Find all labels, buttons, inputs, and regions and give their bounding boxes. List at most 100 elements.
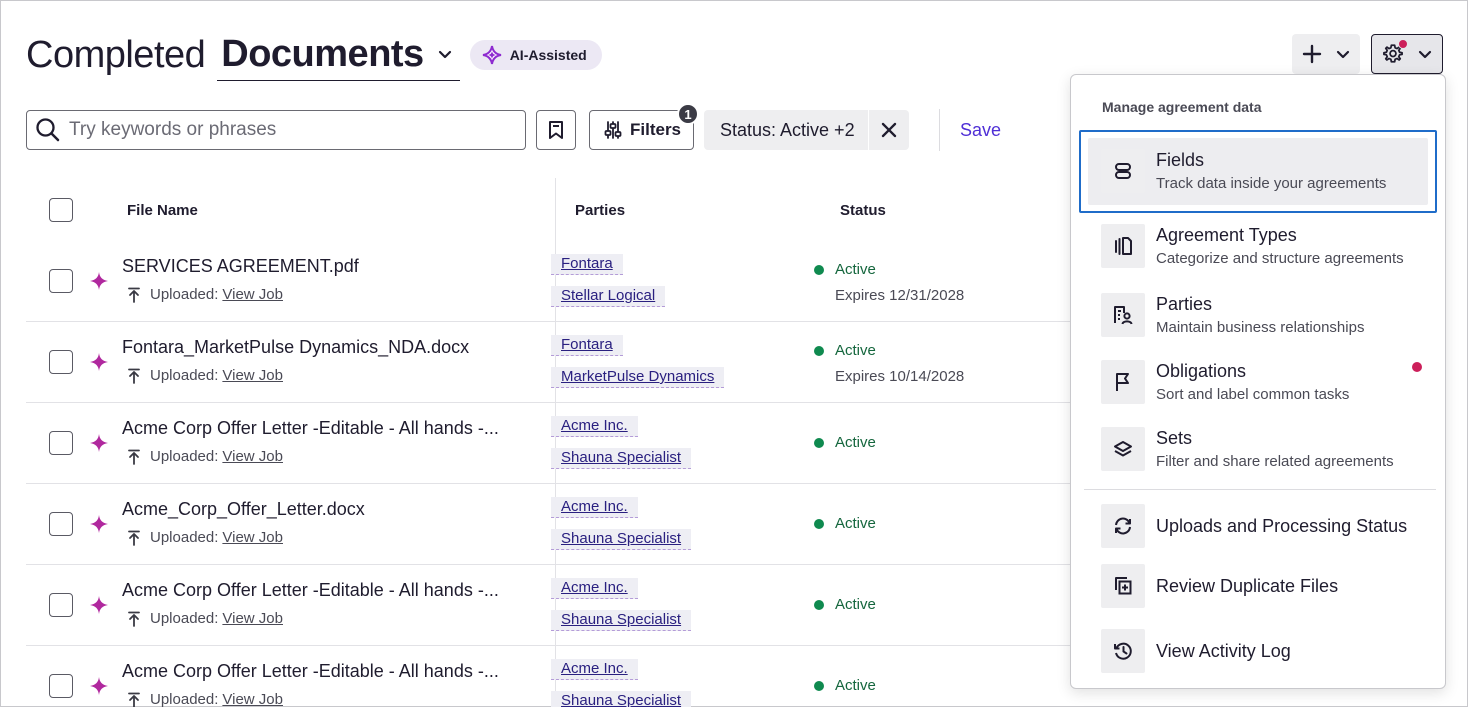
party-tag[interactable]: MarketPulse Dynamics xyxy=(551,367,725,388)
upload-info: Uploaded: View Job xyxy=(128,529,283,546)
menu-item-subtitle: Categorize and structure agreements xyxy=(1156,250,1404,267)
ai-sparkle-icon xyxy=(482,45,501,65)
row-checkbox[interactable] xyxy=(49,593,73,617)
party-tag[interactable]: Stellar Logical xyxy=(551,286,666,307)
flag-icon xyxy=(1101,360,1145,404)
menu-item-obligations[interactable]: Obligations Sort and label common tasks xyxy=(1088,351,1428,415)
file-name-link[interactable]: SERVICES AGREEMENT.pdf xyxy=(122,256,359,277)
filters-count-badge: 1 xyxy=(677,103,699,125)
menu-item-subtitle: Maintain business relationships xyxy=(1156,319,1365,336)
settings-menu-button[interactable] xyxy=(1371,34,1443,74)
expiration-text: Expires 12/31/2028 xyxy=(835,287,965,304)
view-job-link[interactable]: View Job xyxy=(222,367,283,384)
ai-sparkle-icon xyxy=(90,677,108,695)
party-tag[interactable]: Acme Inc. xyxy=(551,578,638,599)
row-divider xyxy=(26,483,1086,484)
status-filter-chip-label[interactable]: Status: Active +2 xyxy=(704,110,868,150)
menu-item-title: Sets xyxy=(1156,428,1193,448)
status-active-dot xyxy=(814,519,824,529)
row-checkbox[interactable] xyxy=(49,269,73,293)
file-name-link[interactable]: Acme_Corp_Offer_Letter.docx xyxy=(122,499,365,520)
view-job-link[interactable]: View Job xyxy=(222,448,283,465)
save-search-link[interactable]: Save xyxy=(960,120,1001,141)
search-icon xyxy=(36,118,60,142)
upload-arrow-icon xyxy=(128,692,140,707)
menu-item-review-duplicates[interactable]: Review Duplicate Files xyxy=(1088,560,1428,614)
party-tag[interactable]: Acme Inc. xyxy=(551,659,638,680)
plus-icon xyxy=(1302,44,1322,64)
row-checkbox[interactable] xyxy=(49,350,73,374)
view-selector[interactable]: Documents xyxy=(217,29,460,81)
menu-item-uploads-status[interactable]: Uploads and Processing Status xyxy=(1088,500,1428,554)
upload-arrow-icon xyxy=(128,368,140,384)
row-checkbox[interactable] xyxy=(49,512,73,536)
page-header: Completed Documents AI-Assisted xyxy=(26,29,602,81)
menu-item-agreement-types[interactable]: Agreement Types Categorize and structure… xyxy=(1088,215,1428,279)
row-divider xyxy=(26,564,1086,565)
file-name-link[interactable]: Acme Corp Offer Letter -Editable - All h… xyxy=(122,580,499,601)
search-box xyxy=(26,110,526,150)
menu-item-title: Review Duplicate Files xyxy=(1156,576,1339,596)
uploaded-label: Uploaded: xyxy=(150,529,219,546)
file-name-link[interactable]: Acme Corp Offer Letter -Editable - All h… xyxy=(122,661,499,682)
saved-searches-button[interactable] xyxy=(536,110,576,150)
ai-sparkle-icon xyxy=(90,272,108,290)
row-divider xyxy=(26,645,1086,646)
row-checkbox[interactable] xyxy=(49,431,73,455)
upload-arrow-icon xyxy=(128,530,140,546)
party-tag[interactable]: Fontara xyxy=(551,335,623,356)
menu-item-title: Parties xyxy=(1156,294,1213,314)
manage-agreement-data-menu: Manage agreement data Fields Track data … xyxy=(1070,74,1446,689)
notification-dot xyxy=(1412,362,1422,372)
party-tag[interactable]: Acme Inc. xyxy=(551,497,638,518)
ai-assisted-badge: AI-Assisted xyxy=(469,40,602,70)
menu-item-activity-log[interactable]: View Activity Log xyxy=(1088,625,1428,679)
menu-item-subtitle: Sort and label common tasks xyxy=(1156,386,1350,403)
view-job-link[interactable]: View Job xyxy=(222,691,283,707)
focus-ring xyxy=(1079,130,1437,213)
status-active-dot xyxy=(814,600,824,610)
column-header-file-name[interactable]: File Name xyxy=(127,202,198,219)
party-tag[interactable]: Shauna Specialist xyxy=(551,448,692,469)
status-active-dot xyxy=(814,681,824,691)
uploaded-label: Uploaded: xyxy=(150,286,219,303)
close-icon xyxy=(881,122,896,138)
menu-item-sets[interactable]: Sets Filter and share related agreements xyxy=(1088,418,1428,482)
row-checkbox[interactable] xyxy=(49,674,73,698)
uploaded-label: Uploaded: xyxy=(150,691,219,707)
view-job-link[interactable]: View Job xyxy=(222,529,283,546)
party-tag[interactable]: Acme Inc. xyxy=(551,416,638,437)
status-text: Active xyxy=(835,261,876,278)
ai-badge-label: AI-Assisted xyxy=(509,47,587,63)
upload-info: Uploaded: View Job xyxy=(128,610,283,627)
uploaded-label: Uploaded: xyxy=(150,610,219,627)
column-header-status[interactable]: Status xyxy=(840,202,886,219)
upload-info: Uploaded: View Job xyxy=(128,367,283,384)
chevron-down-icon xyxy=(1336,50,1350,58)
view-job-link[interactable]: View Job xyxy=(222,610,283,627)
status-active-dot xyxy=(814,346,824,356)
duplicate-icon xyxy=(1101,564,1145,608)
file-name-link[interactable]: Fontara_MarketPulse Dynamics_NDA.docx xyxy=(122,337,469,358)
status-text: Active xyxy=(835,596,876,613)
view-job-link[interactable]: View Job xyxy=(222,286,283,303)
app-window: Completed Documents AI-Assisted Try keyw… xyxy=(0,0,1468,707)
remove-filter-button[interactable] xyxy=(867,110,909,150)
file-name-link[interactable]: Acme Corp Offer Letter -Editable - All h… xyxy=(122,418,499,439)
add-menu-button[interactable] xyxy=(1292,34,1360,74)
bookmark-icon xyxy=(549,121,563,139)
party-tag[interactable]: Shauna Specialist xyxy=(551,529,692,550)
party-tag[interactable]: Shauna Specialist xyxy=(551,610,692,631)
search-input[interactable] xyxy=(69,119,509,141)
party-tag[interactable]: Shauna Specialist xyxy=(551,691,692,707)
ai-sparkle-icon xyxy=(90,434,108,452)
toolbar-divider xyxy=(939,109,940,151)
select-all-checkbox[interactable] xyxy=(49,198,73,222)
uploaded-label: Uploaded: xyxy=(150,448,219,465)
party-tag[interactable]: Fontara xyxy=(551,254,623,275)
menu-item-title: Agreement Types xyxy=(1156,225,1297,245)
filter-sliders-icon xyxy=(604,121,622,139)
menu-item-parties[interactable]: Parties Maintain business relationships xyxy=(1088,284,1428,348)
column-header-parties[interactable]: Parties xyxy=(575,202,625,219)
view-selector-label: Documents xyxy=(221,33,424,75)
